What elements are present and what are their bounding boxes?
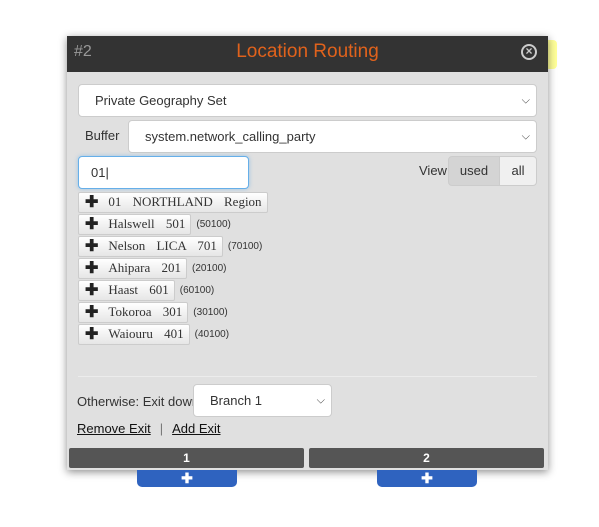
plus-icon[interactable]: ✚ xyxy=(85,214,98,234)
location-label: Haast 601 xyxy=(108,282,169,297)
location-chip[interactable]: ✚ Haast 601 xyxy=(78,279,175,301)
location-label: Tokoroa 301 xyxy=(108,304,183,319)
location-code: (50100) xyxy=(196,218,231,230)
link-separator: | xyxy=(159,421,164,436)
location-chip[interactable]: ✚ Nelson LICA 701 xyxy=(78,235,223,257)
list-item: ✚ Halswell 501 (50100) xyxy=(78,213,273,235)
list-item: ✚ Waiouru 401 (40100) xyxy=(78,323,273,345)
list-item: ✚ 01 NORTHLAND Region xyxy=(78,191,273,213)
location-label: Waiouru 401 xyxy=(108,326,184,341)
exit-tab-1[interactable]: 1 xyxy=(69,448,304,468)
plus-icon[interactable]: ✚ xyxy=(85,192,98,212)
location-list: ✚ 01 NORTHLAND Region ✚ Halswell 501 (50100)… xyxy=(78,191,273,345)
plus-icon[interactable]: ✚ xyxy=(85,236,98,256)
location-code: (40100) xyxy=(194,328,230,340)
chevron-down-icon: ⌵ xyxy=(521,94,530,106)
list-item: ✚ Tokoroa 301 (30100) xyxy=(78,301,273,323)
chevron-down-icon: ⌵ xyxy=(316,394,325,406)
chevron-down-icon: ⌵ xyxy=(521,130,530,142)
view-used-button[interactable]: used xyxy=(448,156,500,186)
location-chip[interactable]: ✚ 01 NORTHLAND Region xyxy=(78,191,268,213)
view-all-button[interactable]: all xyxy=(499,156,537,186)
panel-header[interactable]: #2 Location Routing × xyxy=(67,36,548,72)
buffer-select[interactable]: system.network_calling_party ⌵ xyxy=(128,120,537,153)
plus-icon[interactable]: ✚ xyxy=(85,258,98,278)
location-code: (20100) xyxy=(192,262,227,274)
remove-exit-link[interactable]: Remove Exit xyxy=(77,421,151,436)
location-chip[interactable]: ✚ Ahipara 201 xyxy=(78,257,188,279)
location-code: (60100) xyxy=(179,284,215,296)
geography-select[interactable]: Private Geography Set ⌵ xyxy=(78,84,537,117)
plus-icon[interactable]: ✚ xyxy=(85,280,98,300)
location-chip[interactable]: ✚ Waiouru 401 xyxy=(78,323,190,345)
location-code: (70100) xyxy=(227,240,263,252)
buffer-label: Buffer xyxy=(85,128,120,143)
exit-tab-2[interactable]: 2 xyxy=(309,448,544,468)
exit-links: Remove Exit | Add Exit xyxy=(77,421,221,436)
location-label: Ahipara 201 xyxy=(108,260,182,275)
add-exit-link[interactable]: Add Exit xyxy=(172,421,220,436)
buffer-value: system.network_calling_party xyxy=(145,129,316,144)
panel-title: Location Routing xyxy=(236,41,379,62)
otherwise-label: Otherwise: Exit down xyxy=(77,394,200,409)
plus-icon[interactable]: ✚ xyxy=(85,324,98,344)
close-icon[interactable]: × xyxy=(521,44,537,60)
otherwise-branch-select[interactable]: Branch 1 ⌵ xyxy=(193,384,332,417)
list-item: ✚ Ahipara 201 (20100) xyxy=(78,257,273,279)
location-chip[interactable]: ✚ Tokoroa 301 xyxy=(78,301,189,323)
geography-value: Private Geography Set xyxy=(95,93,227,108)
location-code: (30100) xyxy=(193,306,228,318)
search-input[interactable]: 01| xyxy=(78,156,249,189)
list-item: ✚ Nelson LICA 701 (70100) xyxy=(78,235,273,257)
search-value: 01 xyxy=(91,165,106,180)
plus-icon[interactable]: ✚ xyxy=(85,302,98,322)
branch-value: Branch 1 xyxy=(210,393,263,408)
add-branch-2-button[interactable]: ✚ xyxy=(377,470,477,487)
list-item: ✚ Haast 601 (60100) xyxy=(78,279,273,301)
location-label: Halswell 501 xyxy=(108,216,186,231)
divider xyxy=(78,376,537,377)
location-label: 01 NORTHLAND Region xyxy=(108,194,262,209)
location-label: Nelson LICA 701 xyxy=(108,238,217,253)
add-branch-1-button[interactable]: ✚ xyxy=(137,470,237,487)
location-chip[interactable]: ✚ Halswell 501 xyxy=(78,213,192,235)
view-label: View xyxy=(419,163,447,178)
location-routing-panel: #2 Location Routing × Private Geography … xyxy=(67,36,548,470)
